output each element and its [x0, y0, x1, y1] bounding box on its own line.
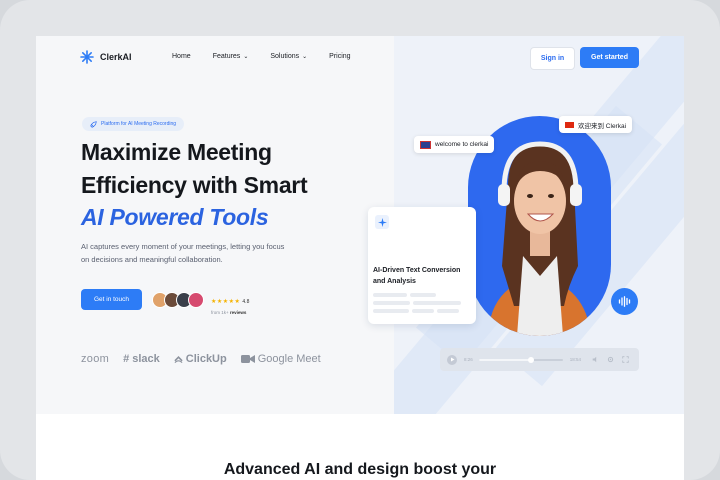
- player-progress-knob[interactable]: [527, 356, 534, 363]
- nav-home-label: Home: [172, 53, 191, 60]
- chevron-down-icon: ⌄: [243, 54, 249, 60]
- nav-pricing-label: Pricing: [329, 53, 351, 60]
- china-flag-icon: [565, 121, 574, 128]
- nav-solutions-label: Solutions: [270, 53, 300, 60]
- google-meet-icon: [240, 355, 255, 363]
- skeleton-line: [437, 309, 459, 313]
- reviews-prefix: from 1k+: [211, 310, 229, 315]
- nav-links: Home Features ⌄ Solutions ⌄ Pricing: [172, 53, 373, 60]
- greeting-pill-en: welcome to clerkai: [414, 136, 495, 153]
- section-title: Advanced AI and design boost your: [223, 461, 497, 478]
- feature-card-title: AI-Driven Text Conversion and Analysis: [373, 267, 461, 285]
- play-button[interactable]: [447, 354, 457, 365]
- brand-google-meet-label: Google Meet: [257, 353, 321, 365]
- brand-name: ClerkAI: [100, 52, 132, 62]
- hero-title-line-1: Maximize Meeting: [81, 139, 272, 165]
- reviews-word: reviews: [229, 310, 247, 315]
- hero-title-line-2: Efficiency with Smart: [81, 172, 308, 198]
- hero-badge-label: Platform for AI Meeting Recording: [101, 121, 177, 127]
- nav-solutions[interactable]: Solutions ⌄: [270, 53, 307, 60]
- brand-google-meet: Google Meet: [240, 353, 321, 365]
- audio-player: 8:26 18:54: [440, 348, 639, 371]
- nav-home[interactable]: Home: [172, 53, 191, 60]
- device-frame: ClerkAI Home Features ⌄ Solutions ⌄ Pricin…: [0, 0, 720, 480]
- skeleton-line: [412, 309, 434, 313]
- skeleton-line: [373, 293, 407, 297]
- uk-flag-icon: [420, 140, 431, 149]
- hero-description: AI captures every moment of your meeting…: [81, 242, 285, 264]
- brand-slack-label: slack: [132, 353, 160, 365]
- sparkle-icon: [375, 215, 389, 229]
- landing-page: ClerkAI Home Features ⌄ Solutions ⌄ Pricin…: [36, 36, 684, 480]
- player-progress-fill: [478, 358, 531, 361]
- fullscreen-icon[interactable]: [622, 356, 629, 363]
- audio-wave-icon: [618, 296, 631, 307]
- star-rating-icon: ★★★★★: [211, 299, 241, 305]
- volume-icon[interactable]: [592, 356, 599, 363]
- reviews-label: from 1k+ reviews: [211, 310, 249, 315]
- play-icon: [450, 357, 454, 362]
- audio-wave-button[interactable]: [611, 288, 638, 315]
- player-current-time: 8:26: [464, 357, 473, 362]
- brand-clickup-label: ClickUp: [185, 353, 227, 365]
- feature-card: AI-Driven Text Conversion and Analysis: [368, 207, 476, 324]
- nav-features[interactable]: Features ⌄: [213, 53, 249, 60]
- logo-icon: [80, 50, 94, 64]
- logo[interactable]: ClerkAI: [80, 50, 132, 64]
- top-nav: ClerkAI Home Features ⌄ Solutions ⌄ Pricin…: [36, 36, 684, 80]
- player-progress-track[interactable]: [478, 356, 563, 363]
- skeleton-line: [410, 293, 436, 297]
- rating-value: 4.8: [242, 299, 250, 305]
- get-started-button[interactable]: Get started: [580, 47, 639, 68]
- slack-icon: #: [123, 353, 130, 365]
- settings-gear-icon[interactable]: [607, 356, 614, 363]
- chevron-down-icon: ⌄: [302, 54, 308, 60]
- skeleton-line: [373, 309, 409, 313]
- greeting-pill-cn: 欢迎来到 Clerkai: [559, 116, 633, 133]
- hero-badge: Platform for AI Meeting Recording: [82, 117, 185, 131]
- clickup-icon: [174, 356, 183, 363]
- sign-in-button[interactable]: Sign in: [530, 47, 575, 70]
- player-total-time: 18:54: [569, 357, 582, 362]
- rating: ★★★★★ 4.8 from 1k+ reviews: [211, 290, 249, 315]
- nav-features-label: Features: [212, 53, 241, 60]
- skeleton-line: [413, 301, 461, 305]
- skeleton-line: [373, 301, 410, 305]
- rocket-icon: [90, 120, 97, 128]
- greeting-pill-en-text: welcome to clerkai: [435, 141, 489, 148]
- hero-title-line-3: AI Powered Tools: [81, 204, 269, 230]
- user-avatars: [152, 292, 204, 308]
- nav-pricing[interactable]: Pricing: [329, 53, 350, 60]
- brand-slack: # slack: [123, 353, 160, 365]
- brand-zoom-label: zoom: [81, 353, 110, 365]
- avatar: [188, 292, 204, 308]
- brand-logos: zoom # slack ClickUp Google Meet: [81, 353, 321, 365]
- brand-zoom: zoom: [81, 353, 109, 365]
- get-in-touch-button[interactable]: Get in touch: [81, 289, 142, 310]
- brand-clickup: ClickUp: [174, 353, 227, 365]
- greeting-pill-cn-text: 欢迎来到 Clerkai: [578, 122, 627, 130]
